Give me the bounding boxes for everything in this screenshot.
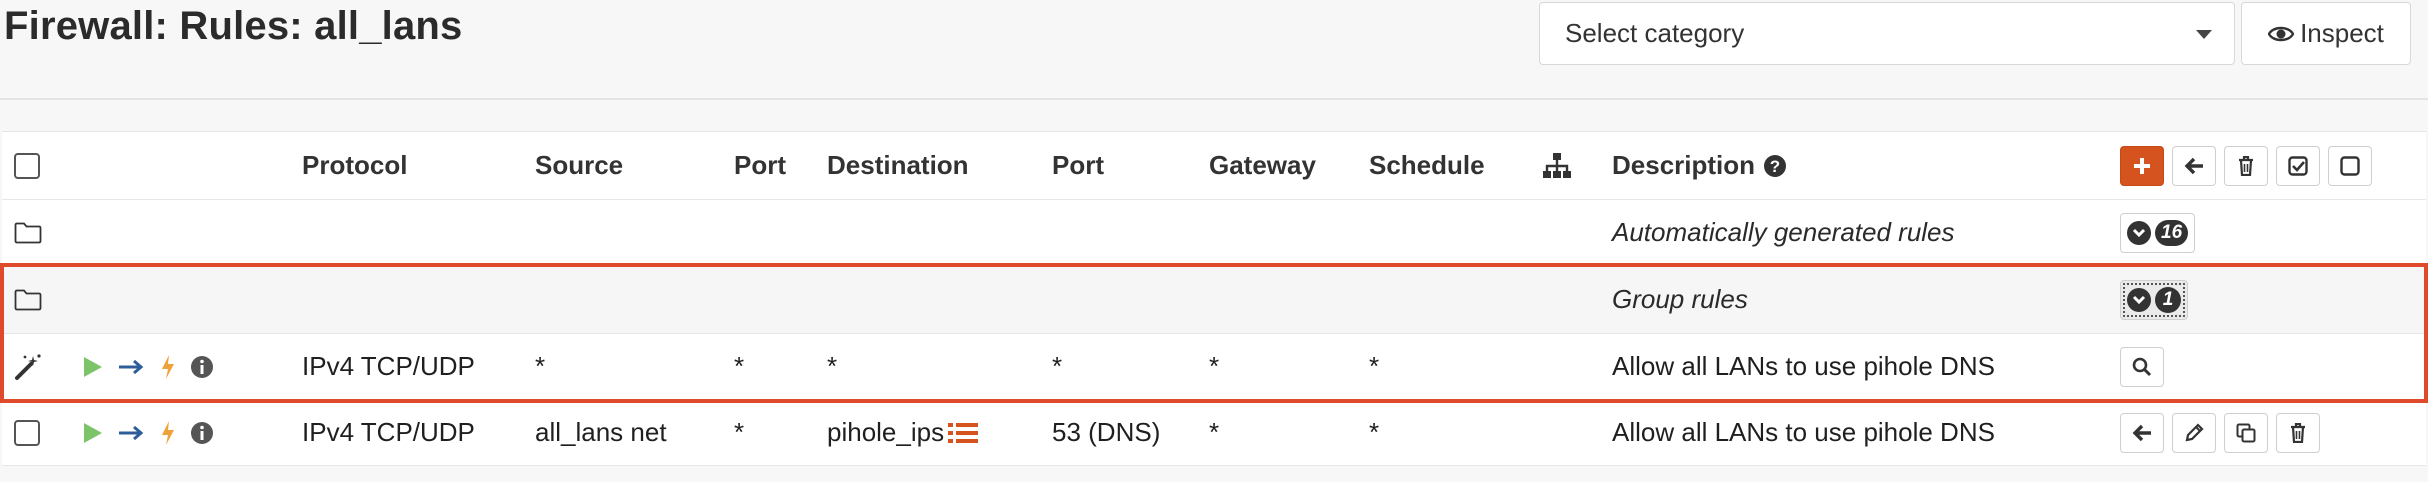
question-circle-icon[interactable]: ?	[1763, 154, 1787, 178]
header-source: Source	[535, 150, 624, 180]
move-rule-button[interactable]	[2120, 412, 2164, 453]
rule-gateway: *	[1209, 417, 1220, 447]
select-all-checkbox[interactable]	[14, 152, 40, 179]
move-selected-button[interactable]	[2172, 145, 2216, 186]
magic-wand-icon	[15, 353, 41, 380]
table-header-row: Protocol Source Port Destination Port Ga…	[2, 132, 2426, 200]
pencil-icon	[2185, 422, 2204, 441]
table-row: IPv4 TCP/UDP all_lans net * pihole_ips 5…	[2, 400, 2426, 466]
expand-automatic-button[interactable]: 16	[2120, 212, 2196, 253]
inspect-label: Inspect	[2300, 18, 2384, 48]
play-icon[interactable]	[82, 421, 104, 445]
group-row-automatic: Automatically generated rules 16	[2, 200, 2426, 266]
trash-icon	[2291, 422, 2305, 443]
info-circle-icon[interactable]	[190, 421, 214, 445]
folder-icon	[14, 289, 42, 310]
disable-selected-button[interactable]	[2328, 145, 2372, 186]
rule-port: *	[734, 351, 745, 381]
rule-source: all_lans net	[535, 417, 667, 447]
rule-destination: pihole_ips	[827, 417, 945, 447]
chevron-down-icon	[2196, 30, 2212, 39]
group-row-group-rules: Group rules 1	[2, 266, 2426, 334]
header-description: Description	[1612, 150, 1756, 180]
rule-description: Allow all LANs to use pihole DNS	[1612, 417, 1995, 447]
rule-gateway: *	[1209, 351, 1220, 381]
rule-dest-port: *	[1052, 351, 1063, 381]
category-select-value: Select category	[1565, 18, 1745, 48]
edit-rule-button[interactable]	[2172, 412, 2216, 453]
table-row: IPv4 TCP/UDP * * * * * * Allow all LANs …	[2, 334, 2426, 400]
header-destination: Destination	[827, 150, 969, 180]
square-icon	[2340, 155, 2360, 176]
rule-count-badge: 1	[2155, 286, 2181, 313]
check-square-icon	[2288, 155, 2308, 176]
add-rule-button[interactable]	[2120, 145, 2164, 186]
arrow-left-icon	[2184, 157, 2203, 174]
info-circle-icon[interactable]	[190, 355, 214, 379]
rule-port: *	[734, 417, 745, 447]
plus-icon	[2134, 157, 2150, 174]
rule-schedule: *	[1369, 351, 1380, 381]
rules-table: Protocol Source Port Destination Port Ga…	[2, 131, 2426, 466]
rule-count-badge: 16	[2155, 219, 2189, 246]
delete-rule-button[interactable]	[2276, 412, 2320, 453]
bolt-icon	[162, 354, 174, 379]
category-select[interactable]: Select category	[1539, 2, 2235, 65]
header-divider	[0, 98, 2428, 100]
rule-protocol: IPv4 TCP/UDP	[302, 417, 475, 447]
chevron-down-icon	[2127, 220, 2151, 245]
folder-icon	[14, 222, 42, 243]
delete-selected-button[interactable]	[2224, 145, 2268, 186]
enable-selected-button[interactable]	[2276, 145, 2320, 186]
page-title: Firewall: Rules: all_lans	[4, 4, 463, 48]
arrow-right-icon	[119, 425, 144, 440]
rule-protocol: IPv4 TCP/UDP	[302, 351, 475, 381]
bolt-icon	[162, 420, 174, 445]
lookup-button[interactable]	[2120, 346, 2164, 387]
search-icon	[2132, 357, 2152, 376]
expand-group-rules-button[interactable]: 1	[2120, 279, 2188, 320]
sitemap-icon	[1543, 152, 1571, 178]
clone-rule-button[interactable]	[2224, 412, 2268, 453]
header-port: Port	[734, 150, 786, 180]
group-label-group-rules: Group rules	[1612, 284, 1748, 314]
list-icon[interactable]	[948, 422, 979, 444]
rule-select-checkbox[interactable]	[14, 419, 40, 446]
inspect-button[interactable]: Inspect	[2241, 2, 2411, 65]
eye-icon	[2268, 26, 2295, 41]
arrow-left-icon	[2132, 424, 2151, 441]
trash-icon	[2239, 155, 2253, 176]
header-protocol: Protocol	[302, 150, 408, 180]
chevron-down-icon	[2127, 287, 2151, 312]
rule-destination: *	[827, 351, 838, 381]
header-dest-port: Port	[1052, 150, 1104, 180]
rule-description: Allow all LANs to use pihole DNS	[1612, 351, 1995, 381]
rule-schedule: *	[1369, 417, 1380, 447]
group-label-automatic: Automatically generated rules	[1612, 217, 1955, 247]
arrow-right-icon	[119, 359, 144, 374]
svg-text:?: ?	[1770, 157, 1780, 176]
rule-source: *	[535, 351, 546, 381]
rule-dest-port: 53 (DNS)	[1052, 417, 1161, 447]
copy-icon	[2236, 423, 2256, 442]
header-gateway: Gateway	[1209, 150, 1316, 180]
header-schedule: Schedule	[1369, 150, 1485, 180]
play-icon	[84, 356, 102, 377]
